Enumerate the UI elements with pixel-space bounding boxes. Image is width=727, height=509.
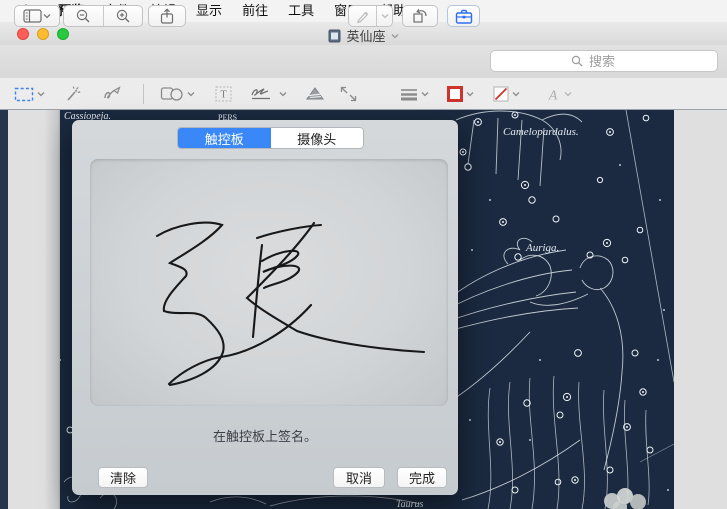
map-label-taurus: Taurus	[396, 499, 424, 509]
search-icon	[571, 55, 583, 67]
selection-rect-icon	[14, 87, 34, 101]
map-label-auriga: Auriga.	[525, 242, 559, 254]
signature-source-tabs: 触控板 摄像头	[177, 127, 364, 149]
chevron-down-icon	[564, 92, 572, 97]
window-title: 英仙座	[346, 29, 386, 44]
fill-color-button[interactable]	[493, 84, 520, 104]
clear-button[interactable]: 清除	[98, 467, 148, 488]
preview-app-window: 预览 文件 编辑 显示 前往 工具 窗口 帮助 英仙座	[0, 0, 727, 509]
shapes-tool-button[interactable]	[160, 84, 195, 104]
page-margin-right	[674, 110, 727, 509]
adjust-color-icon	[305, 87, 324, 100]
chevron-down-icon	[187, 92, 195, 97]
line-style-button[interactable]	[400, 84, 429, 104]
menu-item-tools[interactable]: 工具	[278, 0, 324, 22]
share-button[interactable]	[148, 5, 186, 27]
signature-icon	[251, 88, 270, 100]
magic-wand-icon	[67, 85, 81, 101]
chevron-down-icon	[279, 92, 287, 97]
sketch-tool-button[interactable]	[103, 84, 125, 104]
text-style-icon: A	[548, 88, 558, 102]
page-edge	[0, 110, 8, 509]
zoom-segmented-control	[63, 5, 143, 27]
document-proxy-icon[interactable]	[328, 29, 341, 43]
cancel-button[interactable]: 取消	[333, 467, 385, 488]
zoom-in-icon	[116, 9, 130, 23]
tab-trackpad[interactable]: 触控板	[178, 128, 271, 148]
signature-pad[interactable]	[90, 159, 448, 406]
zoom-in-button[interactable]	[102, 6, 143, 26]
signature-drawing	[155, 221, 426, 387]
zoom-out-button[interactable]	[64, 6, 103, 26]
text-tool-button[interactable]: T	[215, 84, 232, 104]
chevron-down-icon	[37, 92, 45, 97]
marker-pen-icon	[357, 11, 369, 23]
chevron-down-icon	[421, 92, 429, 97]
chevron-down-icon	[381, 14, 389, 19]
chevron-down-icon	[43, 14, 51, 19]
signature-capture-dialog: 触控板 摄像头 在触控板上签名。 清除 取消 完成	[72, 120, 458, 495]
rotate-left-icon	[412, 8, 427, 23]
adjust-size-icon	[340, 86, 357, 102]
page-margin	[8, 110, 60, 509]
toolbar-divider	[143, 84, 144, 104]
selection-tool-button[interactable]	[14, 84, 45, 104]
done-button[interactable]: 完成	[397, 467, 447, 488]
search-field[interactable]	[490, 50, 718, 72]
share-icon	[160, 8, 174, 24]
adjust-color-button[interactable]	[305, 84, 325, 104]
view-menu-button[interactable]	[14, 5, 60, 27]
marker-pen-control	[348, 5, 393, 27]
border-color-button[interactable]	[447, 84, 474, 104]
text-style-button[interactable]: A	[545, 84, 572, 104]
signature-instruction: 在触控板上签名。	[212, 429, 317, 444]
map-label-camelopardalis: Camelopardalus.	[503, 126, 579, 138]
signature-tool-button[interactable]	[250, 84, 287, 104]
instant-alpha-button[interactable]	[64, 84, 82, 104]
sidebar-view-icon	[23, 9, 42, 23]
tab-camera[interactable]: 摄像头	[271, 128, 364, 148]
svg-text:T: T	[220, 90, 226, 101]
border-color-icon	[447, 86, 463, 102]
adjust-size-button[interactable]	[340, 84, 357, 104]
markup-toolbox-button[interactable]	[447, 5, 480, 27]
fill-color-icon	[493, 86, 509, 102]
marker-pen-button[interactable]	[349, 6, 376, 26]
rotate-left-button[interactable]	[402, 5, 438, 27]
text-tool-icon: T	[215, 86, 232, 102]
marker-pen-dropdown[interactable]	[376, 6, 392, 26]
sketch-icon	[104, 86, 121, 99]
chevron-down-icon	[512, 92, 520, 97]
menu-item-view[interactable]: 显示	[186, 0, 232, 22]
zoom-out-icon	[77, 9, 90, 23]
title-area: 英仙座	[0, 26, 727, 45]
markup-toolbox-icon	[455, 9, 472, 24]
menu-item-go[interactable]: 前往	[232, 0, 278, 22]
svg-text:A: A	[548, 88, 558, 102]
shapes-icon	[160, 87, 183, 101]
chevron-down-icon	[466, 92, 474, 97]
line-style-icon	[401, 89, 417, 101]
search-input[interactable]	[587, 52, 637, 70]
title-chevron-down-icon[interactable]	[391, 33, 399, 39]
